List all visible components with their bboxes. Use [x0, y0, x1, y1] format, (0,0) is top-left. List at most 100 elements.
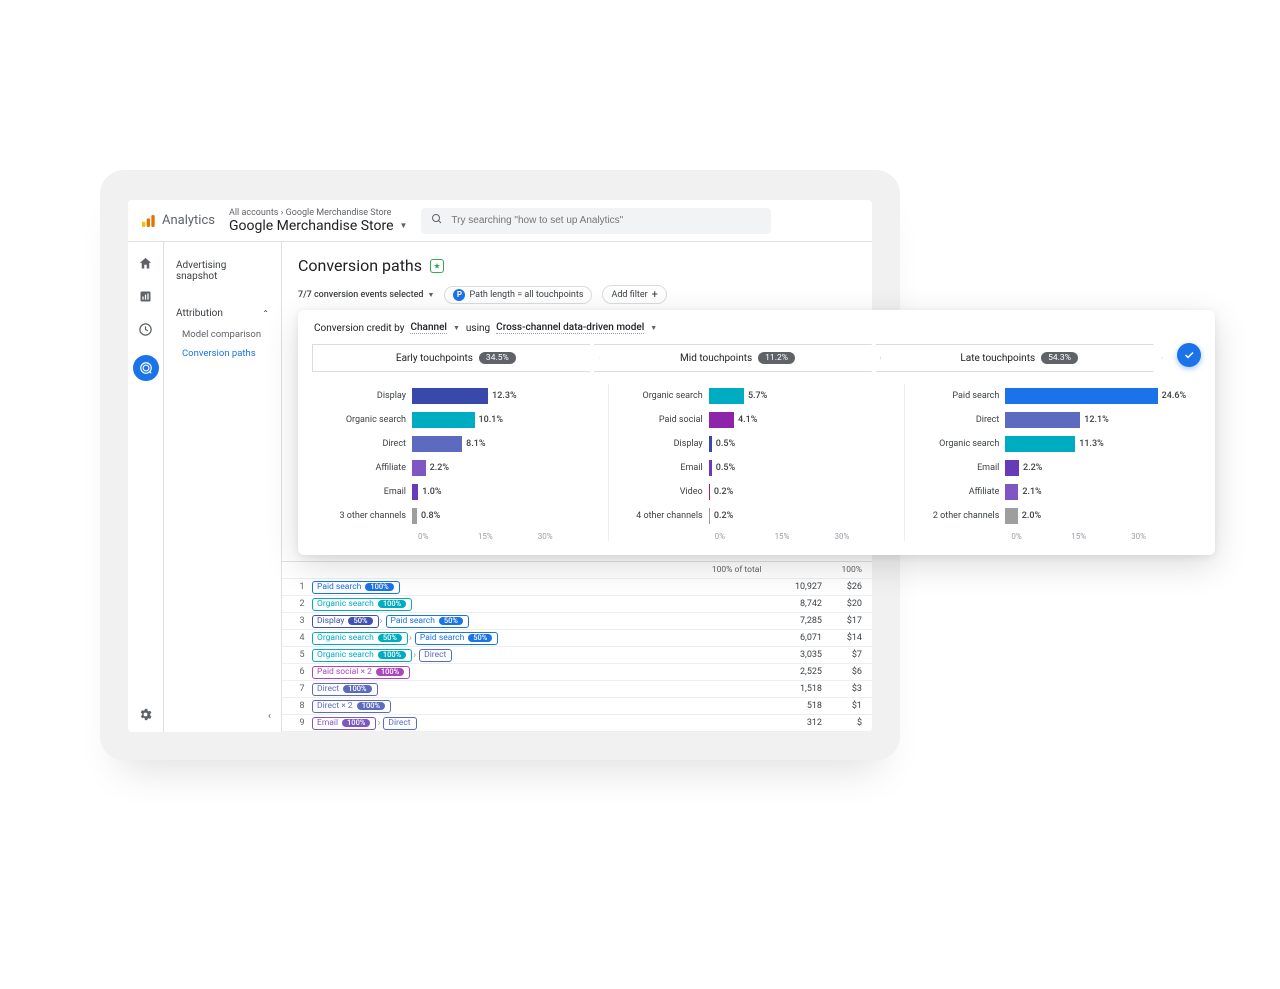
table-row[interactable]: 1Paid search100%10,927$26 [282, 579, 872, 596]
chart-bar-row: Email1.0% [322, 480, 598, 504]
row-conversions: 312 [742, 718, 822, 728]
table-row[interactable]: 9Email100%›Direct312$ [282, 715, 872, 732]
chip-label: Direct [424, 651, 446, 660]
add-filter-button[interactable]: Add filter + [602, 285, 666, 304]
chevron-up-icon: ⌃ [262, 309, 269, 318]
path-length-chip[interactable]: P Path length = all touchpoints [444, 286, 592, 304]
row-conversions: 2,525 [742, 667, 822, 677]
collapse-panel-icon[interactable]: ‹ [268, 711, 271, 722]
bar-label: 2 other channels [915, 511, 1005, 521]
chevron-down-icon: ▼ [428, 291, 435, 299]
chip-pct-badge: 50% [348, 617, 372, 625]
chip-label: Direct [317, 685, 339, 694]
model-selector[interactable]: Cross-channel data-driven model [496, 322, 644, 334]
bar-fill [412, 460, 426, 476]
sidebar-conversion-paths[interactable]: Conversion paths [172, 344, 273, 363]
card-title-row: Conversion credit by Channel ▼ using Cro… [298, 322, 1215, 344]
row-revenue: $20 [822, 599, 862, 609]
bar-fill [1005, 412, 1080, 428]
side-panel: Advertising snapshot Attribution ⌃ Model… [164, 242, 282, 732]
bar-value: 11.3% [1075, 439, 1103, 449]
search-bar[interactable] [421, 208, 771, 234]
total-left: 100% of total [712, 565, 762, 575]
path-channel-chip: Paid search100% [312, 581, 400, 594]
row-index: 2 [292, 599, 312, 609]
sidebar-snapshot[interactable]: Advertising snapshot [172, 254, 273, 288]
chip-pct-badge: 100% [378, 651, 406, 659]
bar-area: 4.1% [709, 412, 895, 428]
bar-label: Video [619, 487, 709, 497]
chip-label: Paid search [391, 617, 435, 626]
bar-label: Direct [915, 415, 1005, 425]
table-row[interactable]: 8Direct × 2100%518$1 [282, 698, 872, 715]
path-channel-chip: Organic search100% [312, 649, 412, 662]
dimension-selector[interactable]: Channel [410, 322, 447, 334]
path-channel-chip: Direct [419, 649, 452, 662]
bar-label: Email [915, 463, 1005, 473]
bar-value: 0.2% [710, 511, 733, 521]
row-revenue: $6 [822, 667, 862, 677]
sidebar-model-comparison[interactable]: Model comparison [172, 325, 273, 344]
row-revenue: $ [822, 718, 862, 728]
table-row[interactable]: 5Organic search100%›Direct3,035$7 [282, 647, 872, 664]
confirm-check-button[interactable] [1177, 343, 1201, 367]
bar-value: 2.2% [1019, 463, 1042, 473]
row-conversions: 7,285 [742, 616, 822, 626]
total-right: 100% [841, 565, 862, 575]
row-path: Paid social × 2100% [312, 666, 742, 679]
path-badge-icon: P [453, 289, 465, 301]
chip-pct-badge: 50% [378, 634, 402, 642]
property-selector[interactable]: All accounts › Google Merchandise Store … [229, 208, 407, 234]
bar-label: Paid search [915, 391, 1005, 401]
table-row[interactable]: 6Paid social × 2100%2,525$6 [282, 664, 872, 681]
table-row[interactable]: 3Display50%›Paid search50%7,285$17 [282, 613, 872, 630]
nav-explore-icon[interactable] [128, 322, 163, 337]
tab-mid-touchpoints[interactable]: Mid touchpoints 11.2% [594, 344, 882, 372]
row-path: Paid search100% [312, 581, 742, 594]
nav-home-icon[interactable] [128, 256, 163, 271]
path-channel-chip: Display50% [312, 615, 379, 628]
table-row[interactable]: 2Organic search100%8,742$20 [282, 596, 872, 613]
chip-pct-badge: 50% [439, 617, 463, 625]
chart-bar-row: Affiliate2.1% [915, 480, 1191, 504]
plus-icon: + [652, 288, 658, 301]
bar-value: 0.5% [712, 463, 735, 473]
search-icon [431, 213, 443, 228]
tab-early-touchpoints[interactable]: Early touchpoints 34.5% [312, 344, 600, 372]
chip-pct-badge: 100% [378, 600, 406, 608]
chart-bar-row: Direct12.1% [915, 408, 1191, 432]
insights-icon[interactable] [430, 259, 444, 273]
bar-area: 12.1% [1005, 412, 1191, 428]
bar-area: 1.0% [412, 484, 598, 500]
chart-bar-row: 2 other channels2.0% [915, 504, 1191, 528]
bar-area: 0.2% [709, 484, 895, 500]
chart-bar-row: Display12.3% [322, 384, 598, 408]
table-row[interactable]: 7Direct100%1,518$3 [282, 681, 872, 698]
tab-late-touchpoints[interactable]: Late touchpoints 54.3% [875, 344, 1163, 372]
path-channel-chip: Organic search50% [312, 632, 408, 645]
nav-admin-icon[interactable] [128, 707, 163, 722]
nav-advertising-icon[interactable] [133, 355, 159, 381]
bar-fill [1005, 508, 1017, 524]
sidebar-attribution-header[interactable]: Attribution ⌃ [172, 302, 273, 325]
bar-area: 2.0% [1005, 508, 1191, 524]
page-title: Conversion paths [298, 256, 422, 275]
chevron-right-icon: › [409, 633, 412, 644]
table-body: 1Paid search100%10,927$26 2 Organic search… [282, 579, 872, 732]
product-logo[interactable]: Analytics [140, 213, 215, 229]
bar-value: 4.1% [734, 415, 757, 425]
nav-reports-icon[interactable] [128, 289, 163, 304]
bar-label: Direct [322, 439, 412, 449]
bar-value: 2.2% [426, 463, 449, 473]
path-channel-chip: Direct100% [312, 683, 378, 696]
conversion-events-selector[interactable]: 7/7 conversion events selected ▼ [298, 290, 434, 300]
table-row[interactable]: 4Organic search50%›Paid search50%6,071$1… [282, 630, 872, 647]
chart-bar-row: Paid social4.1% [619, 408, 895, 432]
row-conversions: 3,035 [742, 650, 822, 660]
charts-row: Display12.3%Organic search10.1%Direct8.1… [298, 372, 1215, 541]
search-input[interactable] [451, 215, 761, 226]
bar-area: 0.2% [709, 508, 895, 524]
tab-label: Late touchpoints [960, 353, 1035, 364]
bar-area: 11.3% [1005, 436, 1191, 452]
row-revenue: $3 [822, 684, 862, 694]
